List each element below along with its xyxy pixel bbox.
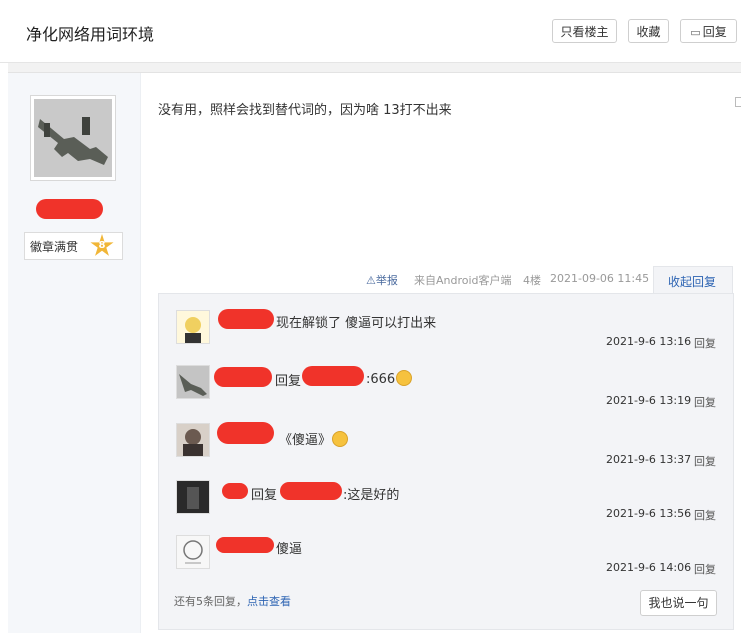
report-link[interactable]: ⚠举报 — [366, 272, 398, 288]
rifle-image-icon — [177, 366, 209, 398]
collapse-replies-link[interactable]: 收起回复 — [668, 273, 716, 290]
speech-bubble-icon: ▭ — [690, 26, 701, 39]
comment-time: 2021-9-6 13:19 — [606, 394, 692, 407]
only-author-button[interactable]: 只看楼主 — [552, 19, 617, 43]
comment-reply-link[interactable]: 回复 — [694, 561, 716, 577]
reply-button[interactable]: ▭ 回复 — [680, 19, 737, 43]
dark-figure-icon — [177, 481, 209, 513]
comment-text: 《傻逼》 — [279, 429, 349, 448]
username-redacted[interactable] — [36, 199, 103, 219]
more-replies-text: 还有5条回复， — [174, 595, 247, 608]
comment-time: 2021-9-6 13:37 — [606, 453, 692, 466]
comment-text: :这是好的 — [343, 488, 400, 503]
reply-button-label: 回复 — [702, 25, 727, 39]
comment-text: 现在解锁了 傻逼可以打出来 — [276, 316, 437, 331]
comment-reply-link[interactable]: 回复 — [694, 394, 716, 410]
comment-text-value: :666 — [366, 372, 396, 387]
commenter-name-redacted[interactable] — [216, 537, 274, 553]
post-content: 没有用，照样会找到替代词的，因为啥 13打不出来 — [158, 103, 452, 118]
rifle-image-icon — [34, 99, 112, 177]
comment-reply-link[interactable]: 回复 — [694, 507, 716, 523]
comment-reply-prefix: 回复 — [251, 488, 278, 503]
comment-time: 2021-9-6 13:16 — [606, 335, 692, 348]
cartoon-face-icon — [177, 311, 209, 343]
reply-target-redacted[interactable] — [280, 482, 342, 500]
comment-reply-prefix: 回复 — [275, 374, 302, 389]
more-replies: 还有5条回复，点击查看 — [174, 593, 291, 609]
post-source: 来自Android客户端 — [414, 274, 512, 287]
comment-avatar[interactable] — [176, 535, 210, 569]
post-datetime: 2021-09-06 11:45 — [550, 272, 650, 285]
crying-emoji-icon — [396, 370, 413, 386]
portrait-photo-icon — [177, 424, 209, 456]
comment-reply-link[interactable]: 回复 — [694, 453, 716, 469]
smile-emoji-icon — [332, 431, 349, 447]
reply-target-redacted[interactable] — [302, 366, 364, 386]
comment-avatar[interactable] — [176, 310, 210, 344]
comment-text: 傻逼 — [276, 542, 303, 557]
badge-label: 徽章满贯 — [30, 240, 79, 254]
comment-text-value: 《傻逼》 — [279, 433, 332, 448]
comment-avatar[interactable] — [176, 480, 210, 514]
corner-icon[interactable] — [735, 97, 741, 107]
commenter-name-redacted[interactable] — [217, 422, 274, 444]
user-avatar[interactable] — [34, 99, 112, 177]
commenter-name-redacted[interactable] — [218, 309, 274, 329]
comment-avatar[interactable] — [176, 365, 210, 399]
warning-icon: ⚠ — [366, 274, 376, 287]
commenter-name-redacted[interactable] — [222, 483, 248, 499]
comment-time: 2021-9-6 13:56 — [606, 507, 692, 520]
add-comment-button[interactable]: 我也说一句 — [640, 590, 717, 616]
header-separator — [8, 63, 741, 73]
meme-face-icon — [177, 536, 209, 568]
comment-reply-link[interactable]: 回复 — [694, 335, 716, 351]
comment-text: :666 — [366, 370, 413, 387]
view-more-link[interactable]: 点击查看 — [247, 595, 291, 608]
thread-title: 净化网络用词环境 — [26, 25, 155, 44]
post-floor: 4楼 — [523, 274, 541, 287]
report-label: 举报 — [375, 274, 398, 287]
comment-time: 2021-9-6 14:06 — [606, 561, 692, 574]
commenter-name-redacted[interactable] — [214, 367, 272, 387]
favorite-button[interactable]: 收藏 — [628, 19, 669, 43]
comment-avatar[interactable] — [176, 423, 210, 457]
